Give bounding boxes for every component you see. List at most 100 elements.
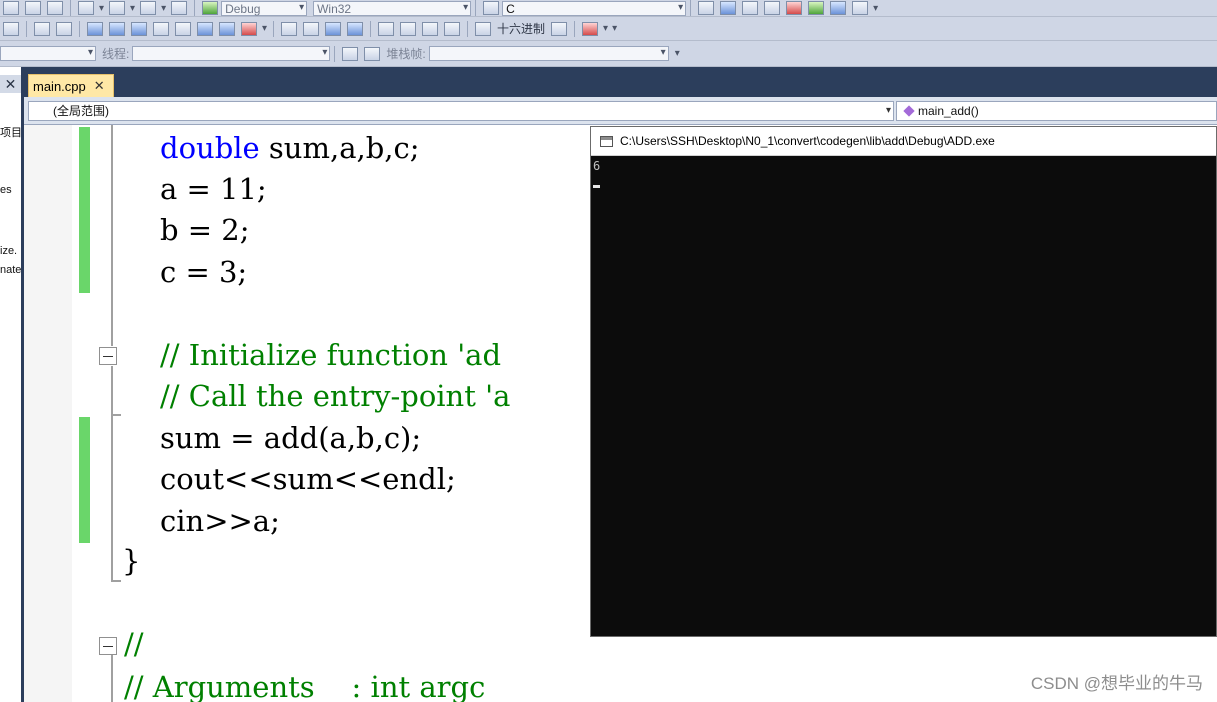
tab-main-cpp[interactable]: main.cpp ✕ — [28, 74, 114, 97]
toolbox-icon[interactable] — [786, 1, 803, 15]
code-line: c = 3; — [160, 255, 248, 289]
code-comment: // Initialize function 'ad — [160, 338, 502, 372]
object-browser-icon[interactable] — [764, 1, 781, 15]
close-icon[interactable]: ✕ — [94, 78, 105, 94]
restart-icon[interactable] — [347, 21, 364, 36]
console-window[interactable]: C:\Users\SSH\Desktop\N0_1\convert\codege… — [590, 126, 1217, 637]
toolbar-separator — [194, 0, 196, 16]
editor-gutter — [24, 125, 72, 702]
change-indicator-bar — [79, 417, 90, 543]
next-bookmark-icon[interactable] — [131, 21, 147, 36]
collapse-toggle-icon[interactable] — [99, 637, 117, 655]
format-indent-icon[interactable] — [3, 21, 19, 36]
uncomment-icon[interactable] — [56, 21, 72, 36]
navigate-back-dropdown-icon[interactable]: ▾ — [161, 3, 166, 14]
solution-platform-combo[interactable]: Win32 — [313, 0, 472, 16]
next-bookmark-in-document-icon[interactable] — [219, 21, 235, 36]
console-body[interactable]: 6 — [591, 156, 1216, 636]
solution-explorer-icon[interactable] — [720, 1, 737, 15]
outline-line — [111, 416, 113, 581]
undo-icon[interactable] — [78, 1, 94, 15]
scope-value: (全局范围) — [53, 104, 109, 118]
show-next-statement-icon[interactable] — [378, 21, 395, 36]
step-over-icon[interactable] — [422, 21, 439, 36]
toolbar-options-icon[interactable]: ▾ — [262, 23, 267, 34]
undo-dropdown-icon[interactable]: ▾ — [99, 3, 104, 14]
toolbar-options-icon[interactable]: ▾ — [873, 3, 878, 14]
redo-icon[interactable] — [109, 1, 126, 15]
cut-icon[interactable] — [3, 1, 19, 15]
close-icon[interactable]: ✕ — [0, 75, 21, 93]
code-comment: // Arguments : int argc — [124, 670, 486, 702]
hex-display-button[interactable]: 十六进制 — [497, 20, 545, 37]
break-all-icon[interactable] — [303, 21, 320, 36]
toolbar-separator — [467, 20, 469, 37]
navigate-back-icon[interactable] — [140, 1, 157, 15]
thread-combo[interactable] — [132, 46, 331, 61]
continue-icon[interactable] — [281, 21, 298, 36]
solution-explorer-panel: ✕ 项目 es ize. nate — [0, 67, 24, 702]
command-window-icon[interactable] — [852, 1, 869, 15]
stop-debugging-icon[interactable] — [325, 21, 342, 36]
console-title-bar[interactable]: C:\Users\SSH\Desktop\N0_1\convert\codege… — [591, 127, 1216, 156]
stack-frame-combo[interactable] — [428, 46, 669, 61]
flag-thread-icon[interactable] — [342, 46, 359, 61]
find-combo[interactable]: C — [502, 0, 687, 16]
change-indicator-bar — [79, 127, 90, 293]
start-debugging-icon[interactable] — [202, 1, 219, 15]
toolbar-separator — [79, 20, 80, 37]
copy-icon[interactable] — [25, 1, 41, 15]
function-value: main_add() — [918, 104, 979, 118]
debug-toolbar: ▾ 十六进制 ▾ ▾ — [0, 17, 1217, 41]
show-flagged-threads-icon[interactable] — [364, 46, 381, 61]
paste-icon[interactable] — [47, 1, 63, 15]
code-line: cin>>a; — [160, 504, 280, 538]
scope-combo[interactable]: (全局范围) ▾ — [28, 101, 894, 121]
next-bookmark-in-folder-icon[interactable] — [175, 21, 191, 36]
quick-watch-icon[interactable] — [475, 21, 492, 36]
breakpoints-window-icon[interactable] — [582, 21, 599, 36]
toolbar-separator — [273, 20, 275, 37]
previous-bookmark-icon[interactable] — [109, 21, 125, 36]
outline-line — [111, 125, 113, 346]
show-threads-icon[interactable] — [551, 21, 568, 36]
collapse-toggle-icon[interactable] — [99, 347, 117, 365]
start-page-icon[interactable] — [808, 1, 825, 15]
navigate-forward-icon[interactable] — [171, 1, 188, 15]
console-title: C:\Users\SSH\Desktop\N0_1\convert\codege… — [620, 134, 995, 148]
side-panel-item[interactable]: ize. — [0, 245, 17, 257]
thread-label: 线程: — [102, 47, 130, 61]
previous-bookmark-in-folder-icon[interactable] — [153, 21, 169, 36]
debug-location-toolbar: 线程: 堆栈帧: ▾ — [0, 41, 1217, 67]
toolbar-separator — [574, 20, 576, 37]
process-combo[interactable] — [0, 46, 96, 61]
solution-configuration-combo[interactable]: Debug — [221, 0, 308, 16]
outline-line — [111, 580, 121, 582]
toolbar-options-icon[interactable]: ▾ — [612, 23, 617, 34]
clear-bookmarks-icon[interactable] — [241, 21, 257, 36]
chevron-down-icon[interactable]: ▾ — [886, 102, 891, 120]
toggle-bookmark-icon[interactable] — [87, 21, 103, 36]
function-combo[interactable]: main_add() — [896, 101, 1217, 121]
method-icon — [903, 105, 915, 117]
redo-dropdown-icon[interactable]: ▾ — [130, 3, 135, 14]
find-icon[interactable] — [698, 1, 715, 15]
toolbar-separator — [370, 20, 372, 37]
side-panel-item[interactable]: 项目 — [0, 124, 21, 140]
extension-manager-icon[interactable] — [830, 1, 847, 15]
document-tab-strip: main.cpp ✕ — [24, 67, 1217, 97]
outline-line — [111, 655, 113, 702]
side-panel-item[interactable]: es — [0, 184, 12, 196]
side-panel-item[interactable]: nate — [0, 264, 21, 276]
tab-label: main.cpp — [33, 78, 86, 94]
code-line: cout<<sum<<endl; — [160, 462, 456, 496]
step-out-icon[interactable] — [444, 21, 461, 36]
code-comment: // — [124, 627, 144, 661]
step-into-icon[interactable] — [400, 21, 417, 36]
properties-icon[interactable] — [742, 1, 759, 15]
toolbar-options-icon[interactable]: ▾ — [675, 48, 680, 59]
breakpoints-dropdown-icon[interactable]: ▾ — [603, 23, 608, 34]
find-in-files-icon[interactable] — [483, 1, 500, 15]
comment-out-icon[interactable] — [34, 21, 50, 36]
previous-bookmark-in-document-icon[interactable] — [197, 21, 213, 36]
